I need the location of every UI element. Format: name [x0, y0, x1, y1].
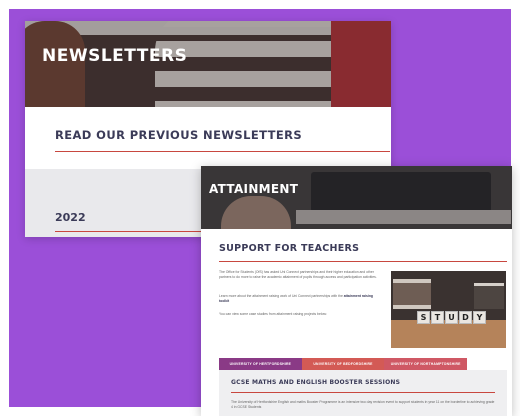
dice-letter: U: [445, 311, 458, 324]
dice-letter: D: [459, 311, 472, 324]
divider: [55, 231, 225, 232]
divider: [219, 261, 507, 262]
panel-text: The University of Hertfordshire English …: [231, 400, 495, 409]
attainment-hero-image: [201, 166, 512, 229]
intro-paragraph: The Office for Students (OfS) has asked …: [219, 270, 377, 279]
study-dice-image: S T U D Y: [391, 271, 506, 348]
attainment-title: ATTAINMENT: [209, 182, 299, 196]
tab-hertfordshire[interactable]: UNIVERSITY OF HERTFORDSHIRE: [219, 358, 302, 370]
support-heading: SUPPORT FOR TEACHERS: [219, 243, 360, 254]
toolkit-paragraph: Learn more about the attainment raising …: [219, 294, 379, 303]
tab-northamptonshire[interactable]: UNIVERSITY OF NORTHAMPTONSHIRE: [384, 358, 468, 370]
newsletters-title: NEWSLETTERS: [42, 46, 188, 66]
toolkit-text: Learn more about the attainment raising …: [219, 294, 343, 298]
dice-letter: T: [431, 311, 444, 324]
divider: [231, 392, 495, 393]
tab-bedfordshire[interactable]: UNIVERSITY OF BEDFORDSHIRE: [301, 358, 385, 370]
attainment-card: ATTAINMENT SUPPORT FOR TEACHERS The Offi…: [201, 166, 512, 416]
newsletter-year-heading[interactable]: 2022: [55, 211, 86, 224]
divider: [55, 151, 390, 152]
dice-letter: Y: [473, 311, 486, 324]
panel-heading: GCSE MATHS AND ENGLISH BOOSTER SESSIONS: [231, 379, 401, 386]
dice-letter: S: [417, 311, 430, 324]
tab-panel: GCSE MATHS AND ENGLISH BOOSTER SESSIONS …: [219, 370, 507, 416]
newsletters-subtitle: READ OUR PREVIOUS NEWSLETTERS: [55, 128, 303, 142]
university-tabs: UNIVERSITY OF HERTFORDSHIRE UNIVERSITY O…: [219, 358, 468, 370]
case-studies-paragraph: You can view some case studies from atta…: [219, 312, 327, 316]
